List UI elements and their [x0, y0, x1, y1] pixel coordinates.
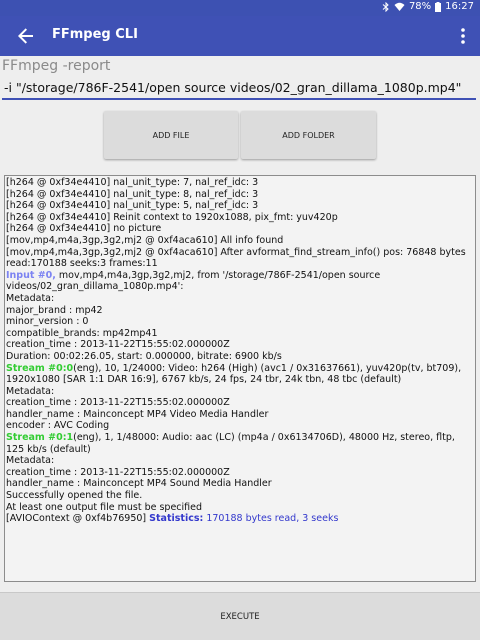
- log-output[interactable]: [h264 @ 0xf34e4410] nal_unit_type: 7, na…: [4, 175, 476, 582]
- log-line: [h264 @ 0xf34e4410] no picture: [6, 223, 162, 235]
- app-title: FFmpeg CLI: [52, 27, 138, 42]
- log-line: [h264 @ 0xf34e4410] nal_unit_type: 5, na…: [6, 200, 259, 212]
- app-bar: FFmpeg CLI: [0, 16, 480, 56]
- battery-percent: 78%: [408, 1, 432, 12]
- log-line: [mov,mp4,m4a,3gp,3g2,mj2 @ 0xf4aca610] A…: [6, 234, 284, 246]
- log-line: [h264 @ 0xf34e4410] Reinit context to 19…: [6, 211, 338, 223]
- status-bar: 78% 16:27: [0, 0, 480, 16]
- log-line: Duration: 00:02:26.05, start: 0.000000, …: [6, 350, 282, 362]
- status-icons: 78% 16:27: [382, 1, 474, 12]
- arrow-back-icon: [18, 28, 33, 44]
- log-line: encoder : AVC Coding: [6, 420, 110, 432]
- log-line: Metadata:: [6, 455, 55, 467]
- log-line: [mov,mp4,m4a,3gp,3g2,mj2 @ 0xf4aca610] A…: [6, 246, 469, 270]
- log-line-stream-audio: Stream #0:1(eng), 1, 1/48000: Audio: aac…: [6, 432, 474, 455]
- stream-video-info: (eng), 10, 1/24000: Video: h264 (High) (…: [6, 362, 465, 386]
- command-input[interactable]: [2, 76, 476, 100]
- log-line: Metadata:: [6, 385, 55, 397]
- log-line: [h264 @ 0xf34e4410] nal_unit_type: 7, na…: [6, 177, 259, 188]
- stream-audio-label: Stream #0:1: [6, 432, 74, 444]
- stream-audio-info: (eng), 1, 1/48000: Audio: aac (LC) (mp4a…: [6, 432, 458, 455]
- log-line: Successfully opened the file.: [6, 490, 143, 502]
- wifi-icon: [394, 2, 405, 11]
- log-line: creation_time : 2013-11-22T15:55:02.0000…: [6, 397, 230, 409]
- log-line: compatible_brands: mp42mp41: [6, 327, 158, 339]
- back-button[interactable]: [14, 24, 38, 48]
- input-source: mov,mp4,m4a,3gp,3g2,mj2, from '/storage/…: [6, 269, 384, 293]
- stream-video-label: Stream #0:0: [6, 362, 74, 374]
- battery-icon: [435, 1, 442, 12]
- log-line: major_brand : mp42: [6, 304, 103, 316]
- log-line: minor_version : 0: [6, 316, 89, 328]
- log-line: Metadata:: [6, 292, 55, 304]
- clock: 16:27: [445, 1, 474, 12]
- overflow-menu-button[interactable]: [458, 25, 468, 47]
- bluetooth-icon: [382, 1, 390, 12]
- log-line: handler_name : Mainconcept MP4 Video Med…: [6, 408, 269, 420]
- statistics-value: 170188 bytes read, 3 seeks: [203, 513, 339, 525]
- log-line-stream-video: Stream #0:0(eng), 10, 1/24000: Video: h2…: [6, 363, 474, 386]
- command-label: FFmpeg -report: [2, 58, 111, 74]
- log-line: creation_time : 2013-11-22T15:55:02.0000…: [6, 339, 230, 351]
- log-line-input: Input #0, mov,mp4,m4a,3gp,3g2,mj2, from …: [6, 270, 474, 293]
- execute-button[interactable]: EXECUTE: [0, 592, 480, 640]
- add-file-button[interactable]: ADD FILE: [104, 111, 238, 159]
- input-label: Input #0,: [6, 269, 56, 281]
- avio-context: [AVIOContext @ 0xf4b76950]: [6, 513, 150, 525]
- log-line: [h264 @ 0xf34e4410] nal_unit_type: 8, na…: [6, 188, 259, 200]
- statistics-label: Statistics:: [149, 513, 204, 525]
- log-line: creation_time : 2013-11-22T15:55:02.0000…: [6, 466, 230, 478]
- log-line-statistics: [AVIOContext @ 0xf4b76950] Statistics: 1…: [6, 513, 474, 525]
- add-folder-button[interactable]: ADD FOLDER: [241, 111, 376, 159]
- log-line: handler_name : Mainconcept MP4 Sound Med…: [6, 478, 272, 490]
- log-line: At least one output file must be specifi…: [6, 501, 203, 513]
- more-vert-icon: [461, 28, 465, 44]
